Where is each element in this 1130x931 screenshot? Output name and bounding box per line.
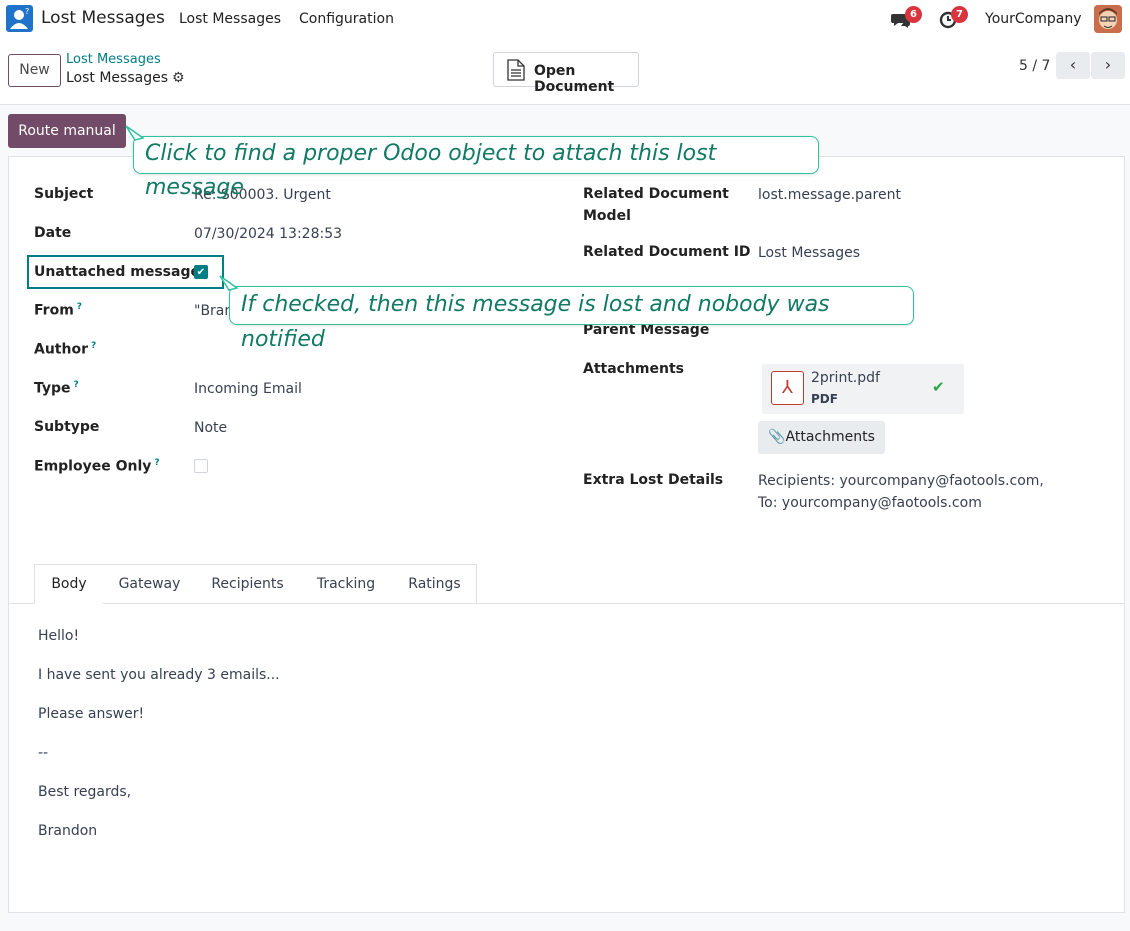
app-contact-icon[interactable]: ? [6, 5, 33, 32]
employee-only-label-text: Employee Only [34, 458, 152, 475]
employee-only-checkbox[interactable] [194, 459, 208, 473]
body-line: -- [38, 745, 49, 761]
avatar[interactable] [1094, 5, 1122, 33]
chat-badge: 6 [905, 6, 922, 23]
breadcrumb-current-label: Lost Messages [66, 70, 169, 86]
body-line: Please answer! [38, 706, 145, 722]
body-line: I have sent you already 3 emails... [38, 667, 280, 683]
route-manual-button[interactable]: Route manual [8, 114, 126, 148]
type-label-text: Type [34, 380, 71, 397]
paperclip-icon: 📎 [768, 429, 786, 445]
tab-body[interactable]: Body [34, 564, 104, 604]
attachment-card[interactable]: ⅄ 2print.pdf PDF ✔ [762, 364, 964, 414]
attachments-button-label: Attachments [785, 429, 875, 445]
svg-text:?: ? [25, 7, 29, 16]
tab-ratings[interactable]: Ratings [393, 564, 477, 604]
menu-configuration[interactable]: Configuration [299, 11, 394, 27]
new-button[interactable]: New [8, 54, 61, 87]
model-label-line2: Model [583, 208, 631, 224]
app-title[interactable]: Lost Messages [41, 8, 165, 28]
top-navbar: ? Lost Messages Lost Messages Configurat… [0, 0, 1130, 38]
pager-value[interactable]: 5 / 7 [1019, 58, 1050, 74]
from-value[interactable]: "Bran [194, 303, 233, 319]
model-value[interactable]: lost.message.parent [758, 187, 901, 203]
breadcrumb-parent[interactable]: Lost Messages [66, 52, 161, 67]
tab-gateway[interactable]: Gateway [103, 564, 197, 604]
from-label: From? [34, 302, 82, 319]
employee-only-label: Employee Only? [34, 458, 160, 475]
body-line: Hello! [38, 628, 80, 644]
gear-icon[interactable]: ⚙ [172, 70, 185, 86]
tab-recipients[interactable]: Recipients [196, 564, 300, 604]
date-label: Date [34, 225, 72, 241]
docid-label: Related Document ID [583, 244, 751, 260]
type-label: Type? [34, 380, 79, 397]
activity-badge: 7 [951, 6, 968, 23]
company-switcher[interactable]: YourCompany [985, 11, 1082, 27]
attachments-button[interactable]: 📎Attachments [758, 421, 885, 454]
open-document-button[interactable]: Open Document [493, 52, 639, 95]
help-icon[interactable]: ? [74, 380, 79, 390]
model-label-line1: Related Document [583, 186, 729, 202]
attachment-name: 2print.pdf [811, 370, 880, 386]
subject-label: Subject [34, 186, 94, 202]
type-value[interactable]: Incoming Email [194, 381, 302, 397]
breadcrumb-current: Lost Messages ⚙ [66, 70, 185, 86]
subtype-label: Subtype [34, 419, 100, 435]
attachments-label: Attachments [583, 361, 685, 377]
tab-tracking[interactable]: Tracking [299, 564, 394, 604]
help-icon[interactable]: ? [154, 458, 159, 468]
check-icon: ✔ [932, 378, 945, 396]
unattached-tooltip: If checked, then this message is lost an… [229, 286, 914, 352]
chevron-left-icon[interactable]: ‹ [1056, 52, 1090, 79]
open-document-label: Open Document [534, 63, 615, 95]
extra-details-line2[interactable]: To: yourcompany@faotools.com [758, 495, 982, 511]
chevron-right-icon[interactable]: › [1091, 52, 1125, 79]
unattached-checkbox[interactable]: ✔ [194, 265, 208, 279]
extra-details-line1[interactable]: Recipients: yourcompany@faotools.com, [758, 473, 1044, 489]
body-line: Best regards, [38, 784, 132, 800]
document-icon [507, 59, 525, 84]
pdf-file-icon: ⅄ [771, 371, 804, 405]
from-label-text: From [34, 302, 74, 319]
docid-value[interactable]: Lost Messages [758, 245, 860, 261]
date-value[interactable]: 07/30/2024 13:28:53 [194, 226, 342, 242]
subtype-value[interactable]: Note [194, 420, 227, 436]
route-tooltip-arrow [125, 125, 144, 141]
help-icon[interactable]: ? [91, 341, 96, 351]
route-tooltip: Click to find a proper Odoo object to at… [133, 136, 819, 200]
menu-lost-messages[interactable]: Lost Messages [179, 11, 281, 27]
unattached-tooltip-arrow [219, 275, 238, 291]
control-panel: New Lost Messages Lost Messages ⚙ Open Do… [0, 38, 1130, 105]
extra-details-label: Extra Lost Details [583, 472, 724, 488]
author-label: Author? [34, 341, 96, 358]
author-label-text: Author [34, 341, 88, 358]
unattached-label: Unattached message [34, 264, 200, 280]
attachment-type: PDF [811, 392, 838, 406]
help-icon[interactable]: ? [77, 302, 82, 312]
body-line: Brandon [38, 823, 98, 839]
